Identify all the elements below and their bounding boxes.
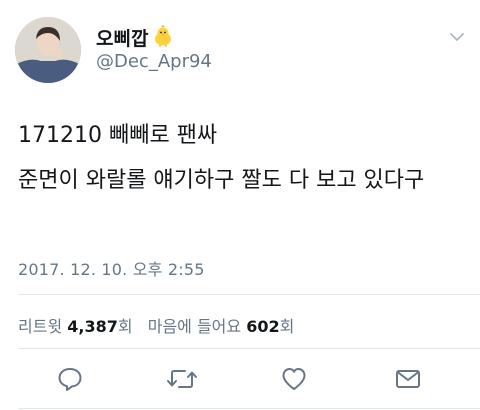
retweet-unit: 회 — [117, 317, 133, 336]
tweet-text-line2: 준면이 와랄롤 얘기하구 짤도 다 보고 있다구 — [18, 168, 425, 193]
divider — [18, 348, 480, 349]
action-bar — [0, 365, 480, 397]
envelope-icon[interactable] — [394, 365, 422, 393]
divider — [18, 294, 480, 295]
tweet-card: 오삐깝 @Dec_Apr94 171210 빼빼로 팬싸 준면이 와랄롤 얘기하… — [0, 0, 480, 410]
like-label: 마음에 들어요 — [147, 317, 242, 336]
chevron-down-icon[interactable] — [448, 29, 466, 43]
like-count[interactable]: 602 — [246, 317, 279, 336]
author-handle[interactable]: @Dec_Apr94 — [96, 51, 212, 72]
avatar[interactable] — [15, 17, 81, 83]
chick-emoji-icon — [152, 24, 174, 51]
retweet-icon[interactable] — [166, 365, 198, 393]
author-display-name[interactable]: 오삐깝 — [96, 24, 148, 51]
heart-icon[interactable] — [280, 365, 308, 393]
divider — [18, 408, 480, 409]
author-name-row: 오삐깝 — [96, 24, 174, 51]
tweet-text-line1: 171210 빼빼로 팬싸 — [18, 123, 218, 148]
retweet-count[interactable]: 4,387 — [67, 317, 118, 336]
tweet-timestamp[interactable]: 2017. 12. 10. 오후 2:55 — [18, 256, 205, 280]
retweet-label: 리트윗 — [18, 317, 63, 336]
reply-icon[interactable] — [56, 365, 84, 393]
engagement-stats: 리트윗 4,387회 마음에 들어요 602회 — [18, 313, 294, 337]
like-unit: 회 — [279, 317, 295, 336]
